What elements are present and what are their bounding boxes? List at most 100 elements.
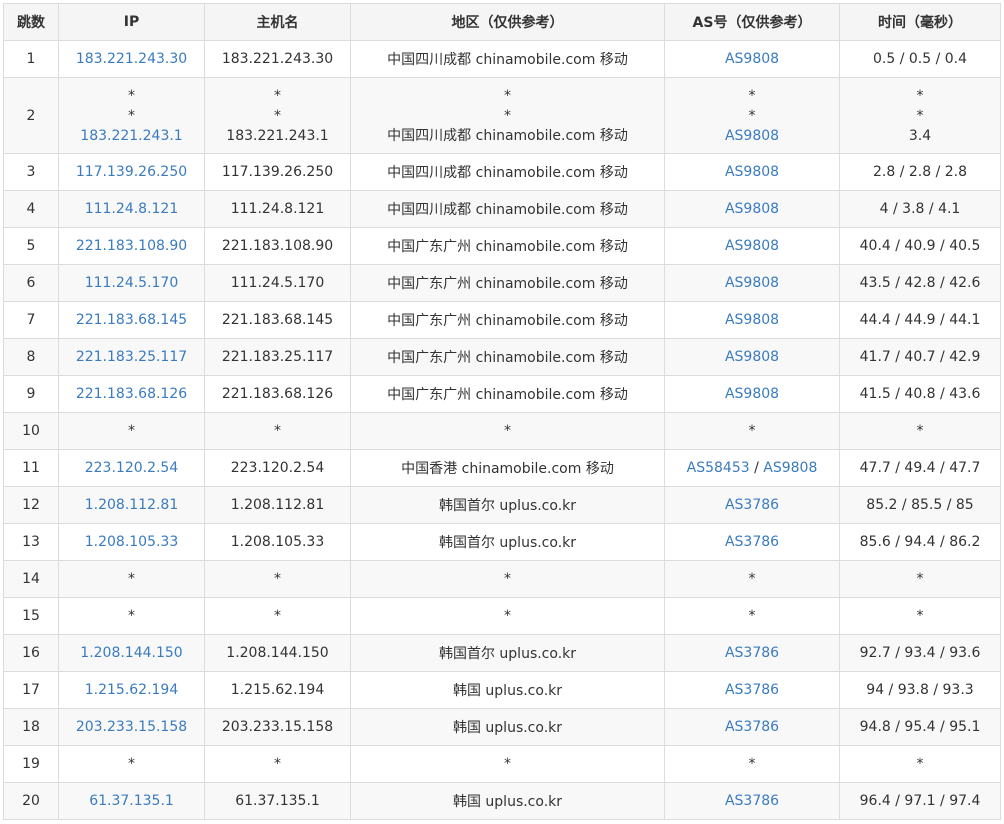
ip-link[interactable]: 221.183.68.145: [76, 312, 187, 328]
ip-link[interactable]: 1.215.62.194: [85, 682, 179, 698]
as-link[interactable]: AS9808: [763, 460, 817, 476]
ip-cell: 203.233.15.158: [58, 708, 205, 746]
region-cell: 中国四川成都 chinamobile.com 移动: [350, 153, 665, 191]
time-cell-line: *: [916, 87, 924, 104]
ip-cell: 183.221.243.30: [58, 40, 205, 78]
ip-cell: * * 183.221.243.1: [58, 77, 205, 154]
ip-link[interactable]: 221.183.25.117: [76, 349, 187, 365]
ip-link[interactable]: 223.120.2.54: [85, 460, 179, 476]
as-link[interactable]: AS58453: [687, 460, 750, 476]
ip-link[interactable]: 1.208.144.150: [80, 645, 182, 661]
region-cell: 中国四川成都 chinamobile.com 移动: [350, 40, 665, 78]
ip-link[interactable]: 221.183.68.126: [76, 386, 187, 402]
as-text: *: [748, 756, 756, 772]
region-cell: 韩国首尔 uplus.co.kr: [350, 486, 665, 524]
as-cell: AS58453 / AS9808: [664, 449, 840, 487]
as-link[interactable]: AS3786: [725, 682, 779, 698]
ip-cell: *: [58, 597, 205, 635]
as-cell: AS3786: [664, 486, 840, 524]
as-cell: AS9808: [664, 338, 840, 376]
table-row: 17 1.215.62.194 1.215.62.194 韩国 uplus.co.kr…: [3, 671, 1001, 709]
table-row: 10 * * * * *: [3, 412, 1001, 450]
time-cell: 2.8 / 2.8 / 2.8: [839, 153, 1001, 191]
hop-cell: 7: [3, 301, 59, 339]
as-cell-line[interactable]: AS9808: [669, 126, 835, 146]
time-cell-line: *: [916, 107, 924, 124]
table-row: 4 111.24.8.121 111.24.8.121 中国四川成都 chinamob…: [3, 190, 1001, 228]
time-cell: 85.2 / 85.5 / 85: [839, 486, 1001, 524]
ip-cell: 221.183.68.145: [58, 301, 205, 339]
ip-cell: *: [58, 745, 205, 783]
table-row: 15 * * * * *: [3, 597, 1001, 635]
ip-cell-line: *: [128, 107, 135, 124]
ip-link[interactable]: 203.233.15.158: [76, 719, 187, 735]
ip-link[interactable]: 183.221.243.30: [76, 51, 187, 67]
table-row: 1 183.221.243.30 183.221.243.30 中国四川成都 chin…: [3, 40, 1001, 78]
region-cell: 韩国首尔 uplus.co.kr: [350, 523, 665, 561]
hop-cell: 1: [3, 40, 59, 78]
as-link[interactable]: AS9808: [725, 238, 779, 254]
as-link[interactable]: AS3786: [725, 793, 779, 809]
time-cell: 85.6 / 94.4 / 86.2: [839, 523, 1001, 561]
as-link[interactable]: AS3786: [725, 534, 779, 550]
as-cell-line: *: [748, 87, 756, 104]
as-cell: AS9808: [664, 153, 840, 191]
hostname-cell: 221.183.108.90: [204, 227, 351, 265]
ip-link[interactable]: 1.208.112.81: [85, 497, 179, 513]
ip-link[interactable]: 1.208.105.33: [85, 534, 179, 550]
region-cell-line: *: [504, 107, 511, 124]
ip-link[interactable]: 111.24.5.170: [85, 275, 179, 291]
as-text: *: [748, 571, 756, 587]
header-time: 时间（毫秒）: [839, 3, 1001, 41]
as-link[interactable]: AS3786: [725, 645, 779, 661]
table-row: 18 203.233.15.158 203.233.15.158 韩国 uplus.c…: [3, 708, 1001, 746]
region-cell: 韩国 uplus.co.kr: [350, 708, 665, 746]
time-cell: * * 3.4: [839, 77, 1001, 154]
header-hostname: 主机名: [204, 3, 351, 41]
ip-cell: 111.24.8.121: [58, 190, 205, 228]
ip-cell: 221.183.25.117: [58, 338, 205, 376]
as-cell: AS3786: [664, 634, 840, 672]
hostname-cell: 111.24.8.121: [204, 190, 351, 228]
hostname-cell: *: [204, 412, 351, 450]
as-link[interactable]: AS9808: [725, 312, 779, 328]
as-link[interactable]: AS9808: [725, 349, 779, 365]
time-cell-line: 3.4: [908, 127, 932, 144]
as-link[interactable]: AS9808: [725, 275, 779, 291]
ip-link[interactable]: 221.183.108.90: [76, 238, 187, 254]
region-cell: 韩国首尔 uplus.co.kr: [350, 634, 665, 672]
as-cell: *: [664, 412, 840, 450]
as-link[interactable]: AS3786: [725, 719, 779, 735]
as-cell: * * AS9808: [664, 77, 840, 154]
time-cell: 94 / 93.8 / 93.3: [839, 671, 1001, 709]
hop-cell: 12: [3, 486, 59, 524]
time-cell: *: [839, 597, 1001, 635]
hop-cell: 14: [3, 560, 59, 598]
ip-cell-line[interactable]: 183.221.243.1: [63, 126, 200, 146]
as-cell: AS9808: [664, 190, 840, 228]
hop-cell: 17: [3, 671, 59, 709]
as-cell: AS9808: [664, 227, 840, 265]
ip-cell: 1.208.112.81: [58, 486, 205, 524]
hostname-cell: 223.120.2.54: [204, 449, 351, 487]
table-row: 14 * * * * *: [3, 560, 1001, 598]
table-row: 5 221.183.108.90 221.183.108.90 中国广东广州 chin…: [3, 227, 1001, 265]
hostname-cell: *: [204, 597, 351, 635]
ip-link[interactable]: 111.24.8.121: [85, 201, 179, 217]
hop-cell: 11: [3, 449, 59, 487]
region-cell: *: [350, 597, 665, 635]
traceroute-table: 跳数 IP 主机名 地区（仅供参考） AS号（仅供参考） 时间（毫秒） 1 183…: [3, 3, 1001, 820]
as-link[interactable]: AS9808: [725, 51, 779, 67]
hop-cell: 16: [3, 634, 59, 672]
ip-link[interactable]: 117.139.26.250: [76, 164, 187, 180]
hostname-cell: 1.208.144.150: [204, 634, 351, 672]
table-row: 13 1.208.105.33 1.208.105.33 韩国首尔 uplus.co.…: [3, 523, 1001, 561]
as-link[interactable]: AS3786: [725, 497, 779, 513]
hostname-cell: * * 183.221.243.1: [204, 77, 351, 154]
as-link[interactable]: AS9808: [725, 201, 779, 217]
ip-link[interactable]: 61.37.135.1: [89, 793, 174, 809]
as-link[interactable]: AS9808: [725, 386, 779, 402]
as-link[interactable]: AS9808: [725, 164, 779, 180]
as-cell: AS3786: [664, 782, 840, 820]
hostname-cell-line: 183.221.243.1: [226, 127, 329, 144]
